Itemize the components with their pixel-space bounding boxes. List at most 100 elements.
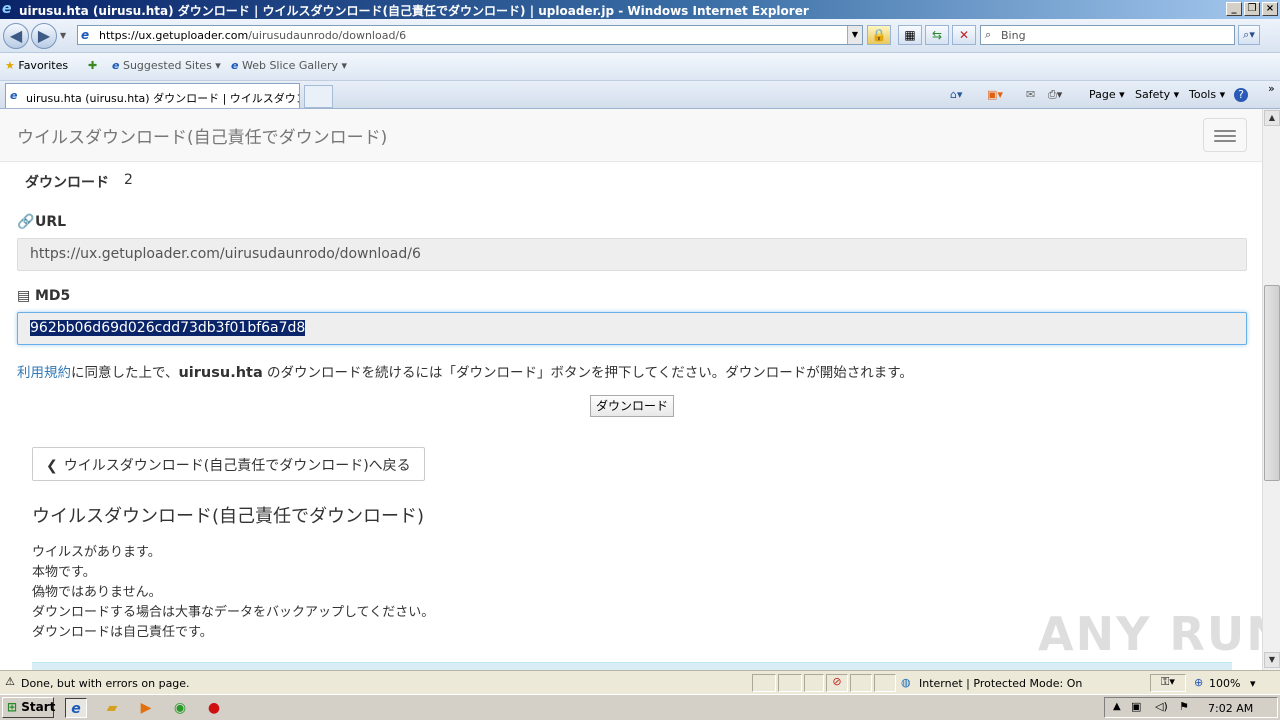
new-tab-button[interactable]	[304, 85, 333, 108]
description-line: ダウンロードは自己責任です。	[32, 625, 213, 640]
status-pane	[752, 674, 776, 692]
zoom-level[interactable]: 100%	[1209, 677, 1240, 690]
star-icon: ★	[5, 59, 15, 72]
zoom-dropdown-icon[interactable]: ▾	[1250, 677, 1256, 690]
download-count-label: ダウンロード	[25, 175, 109, 191]
chevron-more-icon[interactable]: »	[1268, 82, 1275, 95]
vertical-scrollbar[interactable]: ▲ ▼	[1262, 109, 1280, 670]
suggested-sites-link[interactable]: e Suggested Sites ▾	[112, 59, 221, 72]
ie-page-icon: e	[112, 59, 120, 72]
add-favorites-icon[interactable]: ✚	[88, 59, 97, 72]
taskbar: ⊞ Start e ▰ ▶ ◉ ● ▲ ▣ ◁) ⚑ 7:02 AM	[0, 694, 1280, 720]
taskbar-antivirus-icon[interactable]: ●	[203, 698, 225, 718]
popup-blocked-icon[interactable]: ⊘	[826, 674, 848, 692]
hamburger-icon	[1214, 140, 1236, 142]
description-line: ウイルスがあります。	[32, 545, 161, 560]
description-line: 偽物ではありません。	[32, 585, 162, 600]
ie-logo-icon: e	[2, 1, 12, 17]
safety-menu[interactable]: Safety ▾	[1135, 88, 1179, 101]
folder-title: ウイルスダウンロード(自己責任でダウンロード)	[32, 506, 425, 527]
folder-description: ウイルスがあります。 本物です。 偽物ではありません。 ダウンロードする場合は大…	[32, 543, 434, 643]
window-controls: _ ❐ ×	[1226, 2, 1278, 16]
download-count-value: 2	[124, 172, 133, 188]
menu-toggle-button[interactable]	[1203, 118, 1247, 152]
tray-expand-icon[interactable]: ▲	[1113, 701, 1121, 712]
favorites-bar: ★ Favorites ✚ e Suggested Sites ▾ e Web …	[0, 53, 1280, 81]
scroll-thumb[interactable]	[1264, 285, 1280, 481]
feeds-icon[interactable]: ▣▾	[987, 88, 1003, 101]
address-dropdown-button[interactable]: ▼	[847, 26, 862, 44]
print-icon[interactable]: ⎙▾	[1048, 88, 1062, 102]
back-to-folder-button[interactable]: ❮ ウイルスダウンロード(自己責任でダウンロード)へ戻る	[32, 447, 425, 481]
site-brand[interactable]: ウイルスダウンロード(自己責任でダウンロード)	[17, 123, 387, 148]
network-icon[interactable]: ▣	[1131, 700, 1141, 713]
compatibility-icon[interactable]: ▦	[898, 25, 922, 45]
link-icon: 🔗	[17, 214, 35, 230]
terms-link[interactable]: 利用規約	[17, 365, 71, 381]
recent-pages-dropdown[interactable]: ▼	[60, 31, 66, 40]
lock-icon[interactable]: 🔒	[867, 25, 891, 45]
url-field[interactable]: https://ux.getuploader.com/uirusudaunrod…	[17, 238, 1247, 271]
download-button[interactable]: ダウンロード	[590, 395, 674, 417]
security-zone[interactable]: Internet | Protected Mode: On	[919, 677, 1082, 690]
read-mail-icon[interactable]: ✉	[1026, 88, 1035, 101]
refresh-icon[interactable]: ⇆	[925, 25, 949, 45]
file-icon: ▤	[17, 288, 31, 304]
stop-icon[interactable]: ✕	[952, 25, 976, 45]
url-section-label: 🔗URL	[17, 214, 67, 230]
taskbar-chrome-icon[interactable]: ◉	[169, 698, 191, 718]
anyrun-watermark: ANY RUN	[1038, 607, 1262, 661]
forward-nav-button[interactable]: ▶	[31, 23, 57, 49]
clock[interactable]: 7:02 AM	[1208, 702, 1253, 715]
tab-bar: e uirusu.hta (uirusu.hta) ダウンロード | ウイルスダ…	[0, 81, 1280, 109]
status-text: Done, but with errors on page.	[21, 677, 190, 690]
scroll-down-icon[interactable]: ▼	[1264, 652, 1280, 668]
windows-logo-icon: ⊞	[7, 700, 18, 714]
status-pane	[804, 674, 824, 692]
hamburger-icon	[1214, 135, 1236, 137]
tools-menu[interactable]: Tools ▾	[1189, 88, 1225, 101]
warning-icon[interactable]: ⚠	[4, 676, 16, 688]
title-bar: e uirusu.hta (uirusu.hta) ダウンロード | ウイルスダ…	[0, 0, 1280, 19]
chevron-left-icon: ❮	[46, 458, 58, 474]
ie-page-icon: e	[10, 89, 18, 102]
info-panel	[32, 662, 1232, 670]
tab-label: uirusu.hta (uirusu.hta) ダウンロード | ウイルスダウン…	[26, 92, 300, 105]
taskbar-media-player-icon[interactable]: ▶	[135, 698, 157, 718]
web-slice-gallery-link[interactable]: e Web Slice Gallery ▾	[231, 59, 347, 72]
taskbar-ie-icon[interactable]: e	[65, 698, 87, 718]
taskbar-explorer-icon[interactable]: ▰	[101, 698, 123, 718]
favorites-button[interactable]: ★ Favorites	[5, 59, 68, 72]
tab-active[interactable]: e uirusu.hta (uirusu.hta) ダウンロード | ウイルスダ…	[5, 83, 300, 108]
search-provider-icon: ⌕	[985, 28, 992, 41]
back-nav-button[interactable]: ◀	[3, 23, 29, 49]
window-title: uirusu.hta (uirusu.hta) ダウンロード | ウイルスダウン…	[19, 4, 809, 18]
home-icon[interactable]: ⌂▾	[950, 88, 963, 101]
download-notice: 利用規約に同意した上で、uirusu.hta のダウンロードを続けるには「ダウン…	[17, 365, 913, 381]
address-url: https://ux.getuploader.com/uirusudaunrod…	[99, 29, 407, 42]
md5-field[interactable]: 962bb06d69d026cdd73db3f01bf6a7d8	[17, 312, 1247, 345]
md5-selected-text: 962bb06d69d026cdd73db3f01bf6a7d8	[30, 320, 306, 336]
site-navbar: ウイルスダウンロード(自己責任でダウンロード)	[0, 109, 1262, 162]
scroll-up-icon[interactable]: ▲	[1264, 110, 1280, 126]
start-button[interactable]: ⊞ Start	[2, 697, 55, 718]
hamburger-icon	[1214, 130, 1236, 132]
status-bar: ⚠ Done, but with errors on page. ⊘ ◍ Int…	[0, 670, 1280, 694]
page-icon: e	[81, 28, 90, 42]
page-menu[interactable]: Page ▾	[1089, 88, 1125, 101]
status-pane	[874, 674, 896, 692]
search-input[interactable]: ⌕ Bing	[980, 25, 1235, 45]
close-window-button[interactable]: ×	[1262, 2, 1278, 16]
address-bar[interactable]: e https://ux.getuploader.com/uirusudaunr…	[77, 25, 863, 45]
description-line: 本物です。	[32, 565, 96, 580]
address-toolbar: ◀ ▶ ▼ e https://ux.getuploader.com/uirus…	[0, 19, 1280, 53]
search-button[interactable]: ⌕▾	[1238, 25, 1260, 45]
restore-button[interactable]: ❐	[1244, 2, 1260, 16]
volume-icon[interactable]: ◁)	[1155, 700, 1168, 713]
status-pane	[850, 674, 872, 692]
action-center-flag-icon[interactable]: ⚑	[1179, 700, 1189, 713]
protected-mode-icon[interactable]: ⚿▾	[1150, 674, 1186, 692]
help-icon[interactable]: ?	[1234, 88, 1248, 102]
minimize-button[interactable]: _	[1226, 2, 1242, 16]
status-pane	[778, 674, 802, 692]
